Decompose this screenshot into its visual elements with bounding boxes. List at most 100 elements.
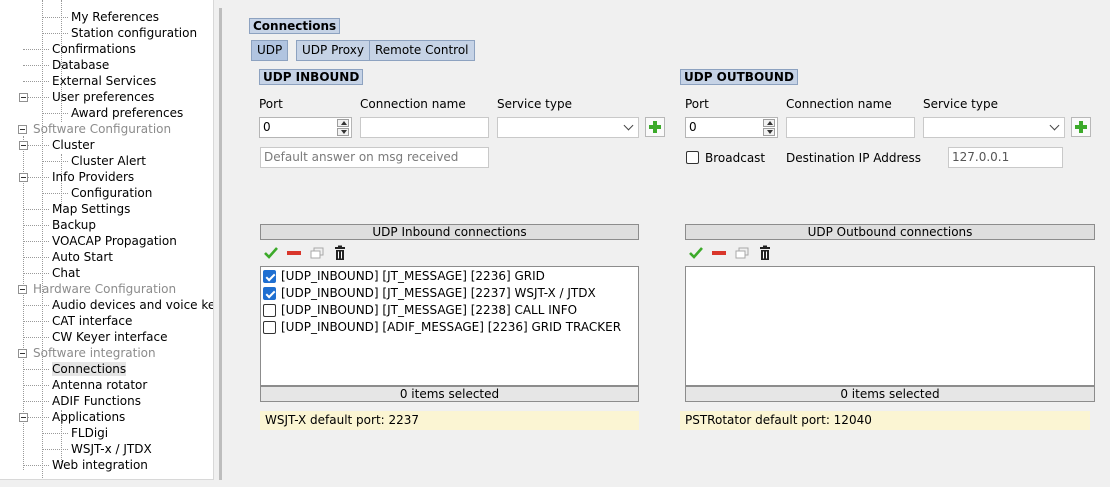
inbound-add-button[interactable]	[645, 117, 665, 137]
tab-udp-proxy[interactable]: UDP Proxy	[296, 40, 370, 61]
tree-item[interactable]: Cluster	[52, 137, 95, 153]
check-icon[interactable]	[263, 245, 279, 261]
inbound-connections-list[interactable]: [UDP_INBOUND] [JT_MESSAGE] [2236] GRID [U…	[260, 266, 639, 386]
list-item[interactable]: [UDP_INBOUND] [ADIF_MESSAGE] [2236] GRID…	[261, 319, 638, 336]
list-item-checkbox[interactable]	[263, 287, 276, 300]
outbound-connections-list[interactable]	[685, 266, 1095, 386]
tree-connector	[23, 401, 49, 402]
tree-item-label: Confirmations	[52, 42, 136, 56]
spin-down-icon[interactable]	[763, 128, 775, 136]
tree-item[interactable]: Info Providers	[52, 169, 134, 185]
settings-tree[interactable]: My References Station configuration Confir…	[0, 0, 214, 480]
default-answer-input[interactable]: Default answer on msg received	[260, 147, 489, 168]
tree-item-label: Chat	[52, 266, 81, 280]
tree-item[interactable]: Map Settings	[52, 201, 130, 217]
inbound-connection-name-label: Connection name	[360, 97, 466, 111]
tree-item[interactable]: Award preferences	[71, 105, 183, 121]
spin-up-icon[interactable]	[337, 119, 349, 127]
tree-connector	[42, 161, 68, 162]
spin-down-icon[interactable]	[337, 128, 349, 136]
outbound-add-button[interactable]	[1071, 117, 1091, 137]
tree-connector	[23, 81, 49, 82]
tree-item[interactable]: Software Configuration	[33, 121, 171, 137]
tree-connector	[23, 257, 49, 258]
tree-item-label: Cluster Alert	[71, 154, 146, 168]
tree-connector	[23, 337, 49, 338]
tab-udp[interactable]: UDP	[251, 40, 289, 61]
tree-item[interactable]: Applications	[52, 409, 125, 425]
tree-item[interactable]: CAT interface	[52, 313, 132, 329]
list-item[interactable]: [UDP_INBOUND] [JT_MESSAGE] [2238] CALL I…	[261, 302, 638, 319]
tree-item[interactable]: VOACAP Propagation	[52, 233, 177, 249]
outbound-connection-name-input[interactable]	[786, 117, 915, 138]
tree-item[interactable]: Antenna rotator	[52, 377, 147, 393]
list-item-checkbox[interactable]	[263, 321, 276, 334]
collapse-icon[interactable]	[18, 285, 27, 294]
collapse-icon[interactable]	[18, 349, 27, 358]
tree-item[interactable]: Cluster Alert	[71, 153, 146, 169]
inbound-connection-name-input[interactable]	[360, 117, 489, 138]
outbound-service-type-select[interactable]	[923, 117, 1065, 138]
tree-item-label: Map Settings	[52, 202, 131, 216]
tree-scrollbar[interactable]	[219, 8, 222, 480]
tree-item[interactable]: Backup	[52, 217, 96, 233]
tree-item[interactable]: Software integration	[33, 345, 156, 361]
broadcast-checkbox[interactable]	[686, 151, 699, 164]
tree-connector	[23, 273, 49, 274]
copy-icon[interactable]	[734, 245, 750, 261]
tree-item[interactable]: Web integration	[52, 457, 148, 473]
copy-icon[interactable]	[309, 245, 325, 261]
tree-connector	[23, 241, 49, 242]
inbound-port-spinbox[interactable]: 0	[259, 117, 352, 138]
destination-ip-input[interactable]: 127.0.0.1	[948, 147, 1063, 168]
tree-item-label: WSJT-x / JTDX	[71, 442, 152, 456]
list-item-checkbox[interactable]	[263, 304, 276, 317]
collapse-icon[interactable]	[19, 173, 28, 182]
tree-item-label: Applications	[52, 410, 126, 424]
inbound-service-type-select[interactable]	[497, 117, 639, 138]
collapse-icon[interactable]	[19, 141, 28, 150]
tree-item-label: Antenna rotator	[52, 378, 148, 392]
check-icon[interactable]	[688, 245, 704, 261]
tree-item[interactable]: FLDigi	[71, 425, 108, 441]
minus-icon[interactable]	[286, 245, 302, 261]
chevron-down-icon	[623, 120, 634, 131]
tree-item[interactable]: Audio devices and voice keye	[52, 297, 213, 313]
spin-up-icon[interactable]	[763, 119, 775, 127]
tree-item-label: Database	[52, 58, 110, 72]
tree-item[interactable]: External Services	[52, 73, 156, 89]
tree-item-label: Award preferences	[71, 106, 184, 120]
broadcast-label: Broadcast	[705, 151, 766, 165]
tree-item[interactable]: Chat	[52, 265, 80, 281]
list-item[interactable]: [UDP_INBOUND] [JT_MESSAGE] [2237] WSJT-X…	[261, 285, 638, 302]
collapse-icon[interactable]	[19, 413, 28, 422]
tree-item-label: FLDigi	[71, 426, 109, 440]
tree-connector	[42, 193, 68, 194]
tree-item[interactable]: Database	[52, 57, 109, 73]
tree-item[interactable]: User preferences	[52, 89, 154, 105]
tree-item[interactable]: Confirmations	[52, 41, 136, 57]
tree-item[interactable]: ADIF Functions	[52, 393, 141, 409]
tree-item[interactable]: Hardware Configuration	[33, 281, 176, 297]
tab-remote-control[interactable]: Remote Control	[369, 40, 475, 61]
outbound-port-spinbox[interactable]: 0	[685, 117, 778, 138]
collapse-icon[interactable]	[18, 125, 27, 134]
tree-item[interactable]: My References	[71, 9, 159, 25]
trash-icon[interactable]	[332, 245, 348, 261]
minus-icon[interactable]	[711, 245, 727, 261]
list-item[interactable]: [UDP_INBOUND] [JT_MESSAGE] [2236] GRID	[261, 268, 638, 285]
tree-item[interactable]: Configuration	[71, 185, 152, 201]
tree-item[interactable]: CW Keyer interface	[52, 329, 167, 345]
trash-icon[interactable]	[757, 245, 773, 261]
tree-item-label: CW Keyer interface	[52, 330, 168, 344]
tree-item[interactable]: Auto Start	[52, 249, 113, 265]
collapse-icon[interactable]	[19, 93, 28, 102]
tree-item-label: Configuration	[71, 186, 153, 200]
outbound-service-type-label: Service type	[923, 97, 998, 111]
tree-connector	[23, 49, 49, 50]
tree-item[interactable]: WSJT-x / JTDX	[71, 441, 152, 457]
tree-item[interactable]: Connections	[52, 361, 127, 377]
list-item-checkbox[interactable]	[263, 270, 276, 283]
tree-connector	[42, 33, 68, 34]
tree-item[interactable]: Station configuration	[71, 25, 197, 41]
